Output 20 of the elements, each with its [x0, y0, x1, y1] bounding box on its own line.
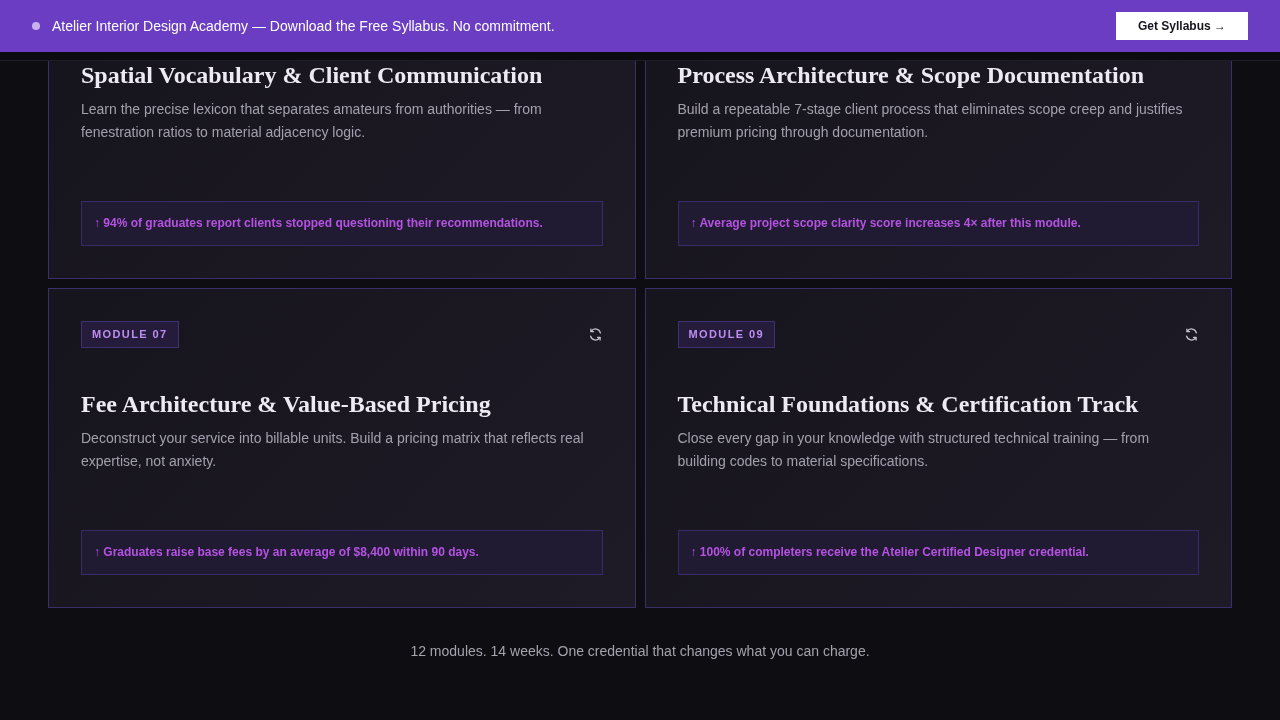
module-description: Learn the precise lexicon that separates amateurs from authorities — from fenestration ratios to material adjacency logic.: [81, 100, 543, 142]
module-description: Build a repeatable 7-stage client process that eliminates scope creep and justifies premium pricing through documentation.: [677, 100, 1184, 142]
module-outcome: ↑ 100% of completers receive the Atelier Certified Designer credential.: [677, 530, 1199, 575]
status-dot-icon: [32, 22, 40, 30]
get-syllabus-button[interactable]: Get Syllabus →: [1116, 12, 1248, 40]
module-outcome: ↑ Graduates raise base fees by an average of $8,400 within 90 days.: [81, 530, 603, 575]
module-title: Spatial Vocabulary & Client Communication: [81, 61, 544, 90]
module-outcome: ↑ 94% of graduates report clients stopped questioning their recommendations.: [81, 201, 603, 246]
module-description: Close every gap in your knowledge with structured technical training — from building codes to material specifications.: [677, 429, 1151, 471]
module-title: Technical Foundations & Certification Track: [677, 390, 1140, 419]
module-label: MODULE 09: [677, 321, 776, 348]
banner-text: Atelier Interior Design Academy — Download the Free Syllabus. No commitment.: [52, 18, 555, 34]
module-title: Fee Architecture & Value-Based Pricing: [81, 390, 492, 419]
refresh-icon: [1184, 327, 1199, 342]
module-outcome: ↑ Average project scope clarity score increases 4× after this module.: [677, 201, 1199, 246]
module-description: Deconstruct your service into billable units. Build a pricing matrix that reflects real expertise, not anxiety.: [81, 429, 585, 471]
module-title: Process Architecture & Scope Documentation: [677, 61, 1146, 90]
summary-text: 12 modules. 14 weeks. One credential that changes what you can charge.: [409, 642, 871, 661]
refresh-icon: [587, 327, 603, 342]
module-label: MODULE 07: [81, 321, 179, 348]
